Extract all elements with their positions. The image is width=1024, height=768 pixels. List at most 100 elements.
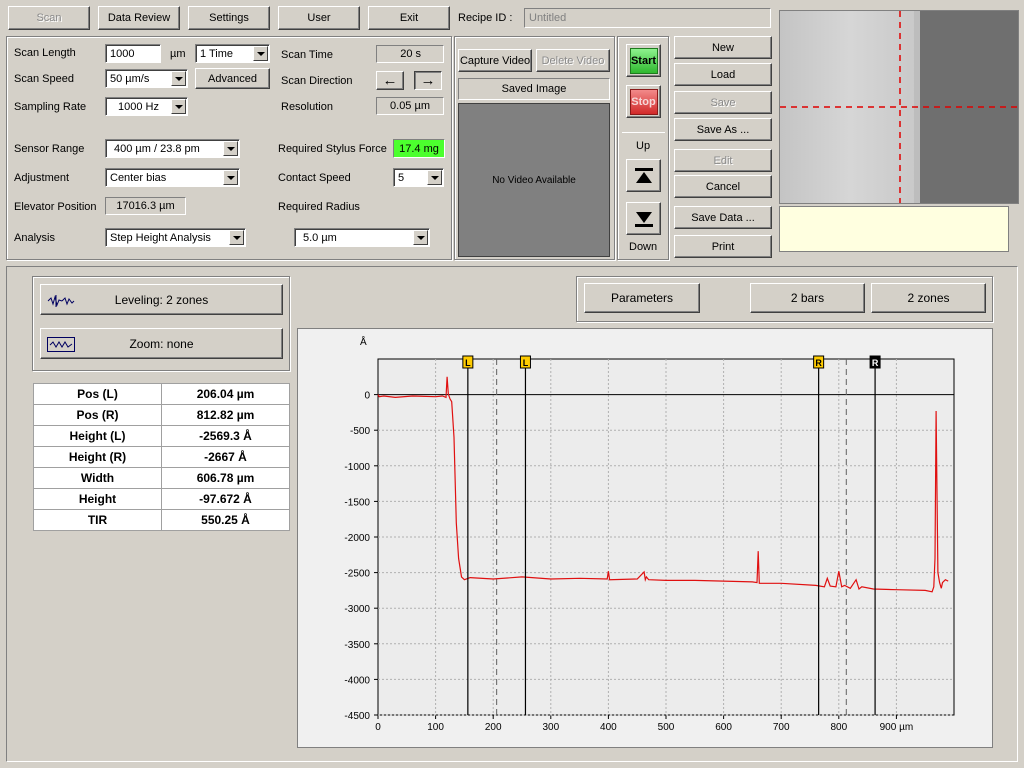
scan-length-unit: µm xyxy=(170,48,186,60)
camera-image xyxy=(780,11,1018,203)
x-tick-label: 0 xyxy=(375,722,381,733)
camera-view xyxy=(779,10,1019,204)
table-row: Pos (L) 206.04 µm xyxy=(33,383,290,405)
scan-speed-value: 50 µm/s xyxy=(110,72,150,85)
stop-button[interactable]: Stop xyxy=(626,85,661,118)
radius-select[interactable]: 5.0 µm xyxy=(294,228,430,247)
table-row: Height (L) -2569.3 Å xyxy=(33,425,290,447)
y-tick-label: -3500 xyxy=(344,640,370,651)
chevron-down-icon[interactable] xyxy=(171,99,186,114)
analysis-select[interactable]: Step Height Analysis xyxy=(105,228,246,247)
x-tick-label: 700 xyxy=(773,722,790,733)
y-tick-label: 0 xyxy=(364,391,370,402)
y-tick-label: -2500 xyxy=(344,569,370,580)
x-tick-label: 400 xyxy=(600,722,617,733)
required-radius-label: Required Radius xyxy=(278,201,360,213)
resolution-value: 0.05 µm xyxy=(376,97,444,115)
y-tick-label: -2000 xyxy=(344,533,370,544)
delete-video-button[interactable]: Delete Video xyxy=(536,49,610,72)
chevron-down-icon[interactable] xyxy=(229,230,244,245)
x-tick-label: 100 xyxy=(427,722,444,733)
scan-button[interactable]: Scan xyxy=(8,6,90,30)
sensor-range-select[interactable]: 400 µm / 23.8 pm xyxy=(105,139,240,158)
load-button[interactable]: Load xyxy=(674,63,772,86)
scan-direction-label: Scan Direction xyxy=(281,75,353,87)
scan-length-input[interactable]: 1000 xyxy=(105,44,161,63)
scan-times-select[interactable]: 1 Time xyxy=(195,44,270,63)
x-tick-label: 600 xyxy=(715,722,732,733)
save-data-button[interactable]: Save Data ... xyxy=(674,206,772,229)
data-review-button[interactable]: Data Review xyxy=(98,6,180,30)
result-name: Height (R) xyxy=(33,446,162,468)
y-tick-label: -4500 xyxy=(344,711,370,722)
leveling-button[interactable]: Leveling: 2 zones xyxy=(40,284,283,315)
start-button[interactable]: Start xyxy=(626,44,661,77)
chevron-down-icon[interactable] xyxy=(413,230,428,245)
parameters-button[interactable]: Parameters xyxy=(584,283,700,313)
saved-image-label: Saved Image xyxy=(458,78,610,100)
table-row: Width 606.78 µm xyxy=(33,467,290,489)
x-tick-label: 200 xyxy=(485,722,502,733)
zones-button[interactable]: 2 zones xyxy=(871,283,986,313)
result-value: -97.672 Å xyxy=(161,488,290,510)
leveling-label: Leveling: 2 zones xyxy=(114,292,209,307)
zoom-button[interactable]: Zoom: none xyxy=(40,328,283,359)
stop-button-label: Stop xyxy=(629,88,658,115)
scan-speed-select[interactable]: 50 µm/s xyxy=(105,69,188,88)
cursor-marker-label: R xyxy=(872,358,879,368)
result-name: Height xyxy=(33,488,162,510)
bars-button[interactable]: 2 bars xyxy=(750,283,865,313)
zoom-label: Zoom: none xyxy=(129,336,194,351)
arrow-left-icon[interactable]: ← xyxy=(376,71,404,90)
new-button[interactable]: New xyxy=(674,36,772,59)
move-up-button[interactable] xyxy=(626,159,661,192)
adjustment-select[interactable]: Center bias xyxy=(105,168,240,187)
save-as-button[interactable]: Save As ... xyxy=(674,118,772,141)
scan-times-value: 1 Time xyxy=(200,47,234,60)
contact-speed-label: Contact Speed xyxy=(278,172,351,184)
result-value: -2569.3 Å xyxy=(161,425,290,447)
sampling-rate-label: Sampling Rate xyxy=(14,101,87,113)
scan-length-label: Scan Length xyxy=(14,47,76,59)
triangle-up-icon xyxy=(634,167,653,183)
chevron-down-icon[interactable] xyxy=(223,141,238,156)
result-name: Width xyxy=(33,467,162,489)
save-button[interactable]: Save xyxy=(674,91,772,114)
resolution-label: Resolution xyxy=(281,101,333,113)
scan-speed-label: Scan Speed xyxy=(14,73,74,85)
video-preview: No Video Available xyxy=(458,103,610,257)
analysis-label: Analysis xyxy=(14,232,55,244)
profile-chart-svg[interactable]: 0 100 200 300 400 500 600 700 800 900 µm 0 -500 -100… xyxy=(298,329,992,747)
recipe-id-field: Untitled xyxy=(524,8,771,28)
up-label: Up xyxy=(636,140,651,152)
x-tick-label: 300 xyxy=(542,722,559,733)
chevron-down-icon[interactable] xyxy=(223,170,238,185)
print-button[interactable]: Print xyxy=(674,235,772,258)
advanced-button[interactable]: Advanced xyxy=(195,68,270,89)
profile-chart: 0 100 200 300 400 500 600 700 800 900 µm 0 -500 -100… xyxy=(297,328,993,748)
arrow-right-icon[interactable]: → xyxy=(414,71,442,90)
leveling-wave-icon xyxy=(47,294,75,308)
y-tick-label: -1500 xyxy=(344,497,370,508)
adjustment-label: Adjustment xyxy=(14,172,70,184)
chevron-down-icon[interactable] xyxy=(427,170,442,185)
edit-button[interactable]: Edit xyxy=(674,149,772,172)
capture-video-button[interactable]: Capture Video xyxy=(458,49,532,72)
chevron-down-icon[interactable] xyxy=(253,46,268,61)
sampling-rate-select[interactable]: 1000 Hz xyxy=(105,97,188,116)
x-tick-label: 800 xyxy=(830,722,847,733)
cancel-button[interactable]: Cancel xyxy=(674,175,772,198)
exit-button[interactable]: Exit xyxy=(368,6,450,30)
result-value: 550.25 Å xyxy=(161,509,290,531)
y-tick-label: -500 xyxy=(350,426,370,437)
cursor-marker-label: R xyxy=(815,358,822,368)
settings-button[interactable]: Settings xyxy=(188,6,270,30)
move-down-button[interactable] xyxy=(626,202,661,235)
user-button[interactable]: User xyxy=(278,6,360,30)
chevron-down-icon[interactable] xyxy=(171,71,186,86)
adjustment-value: Center bias xyxy=(110,171,167,184)
result-value: 812.82 µm xyxy=(161,404,290,426)
result-name: TIR xyxy=(33,509,162,531)
contact-speed-select[interactable]: 5 xyxy=(393,168,444,187)
scan-time-value: 20 s xyxy=(376,45,444,63)
